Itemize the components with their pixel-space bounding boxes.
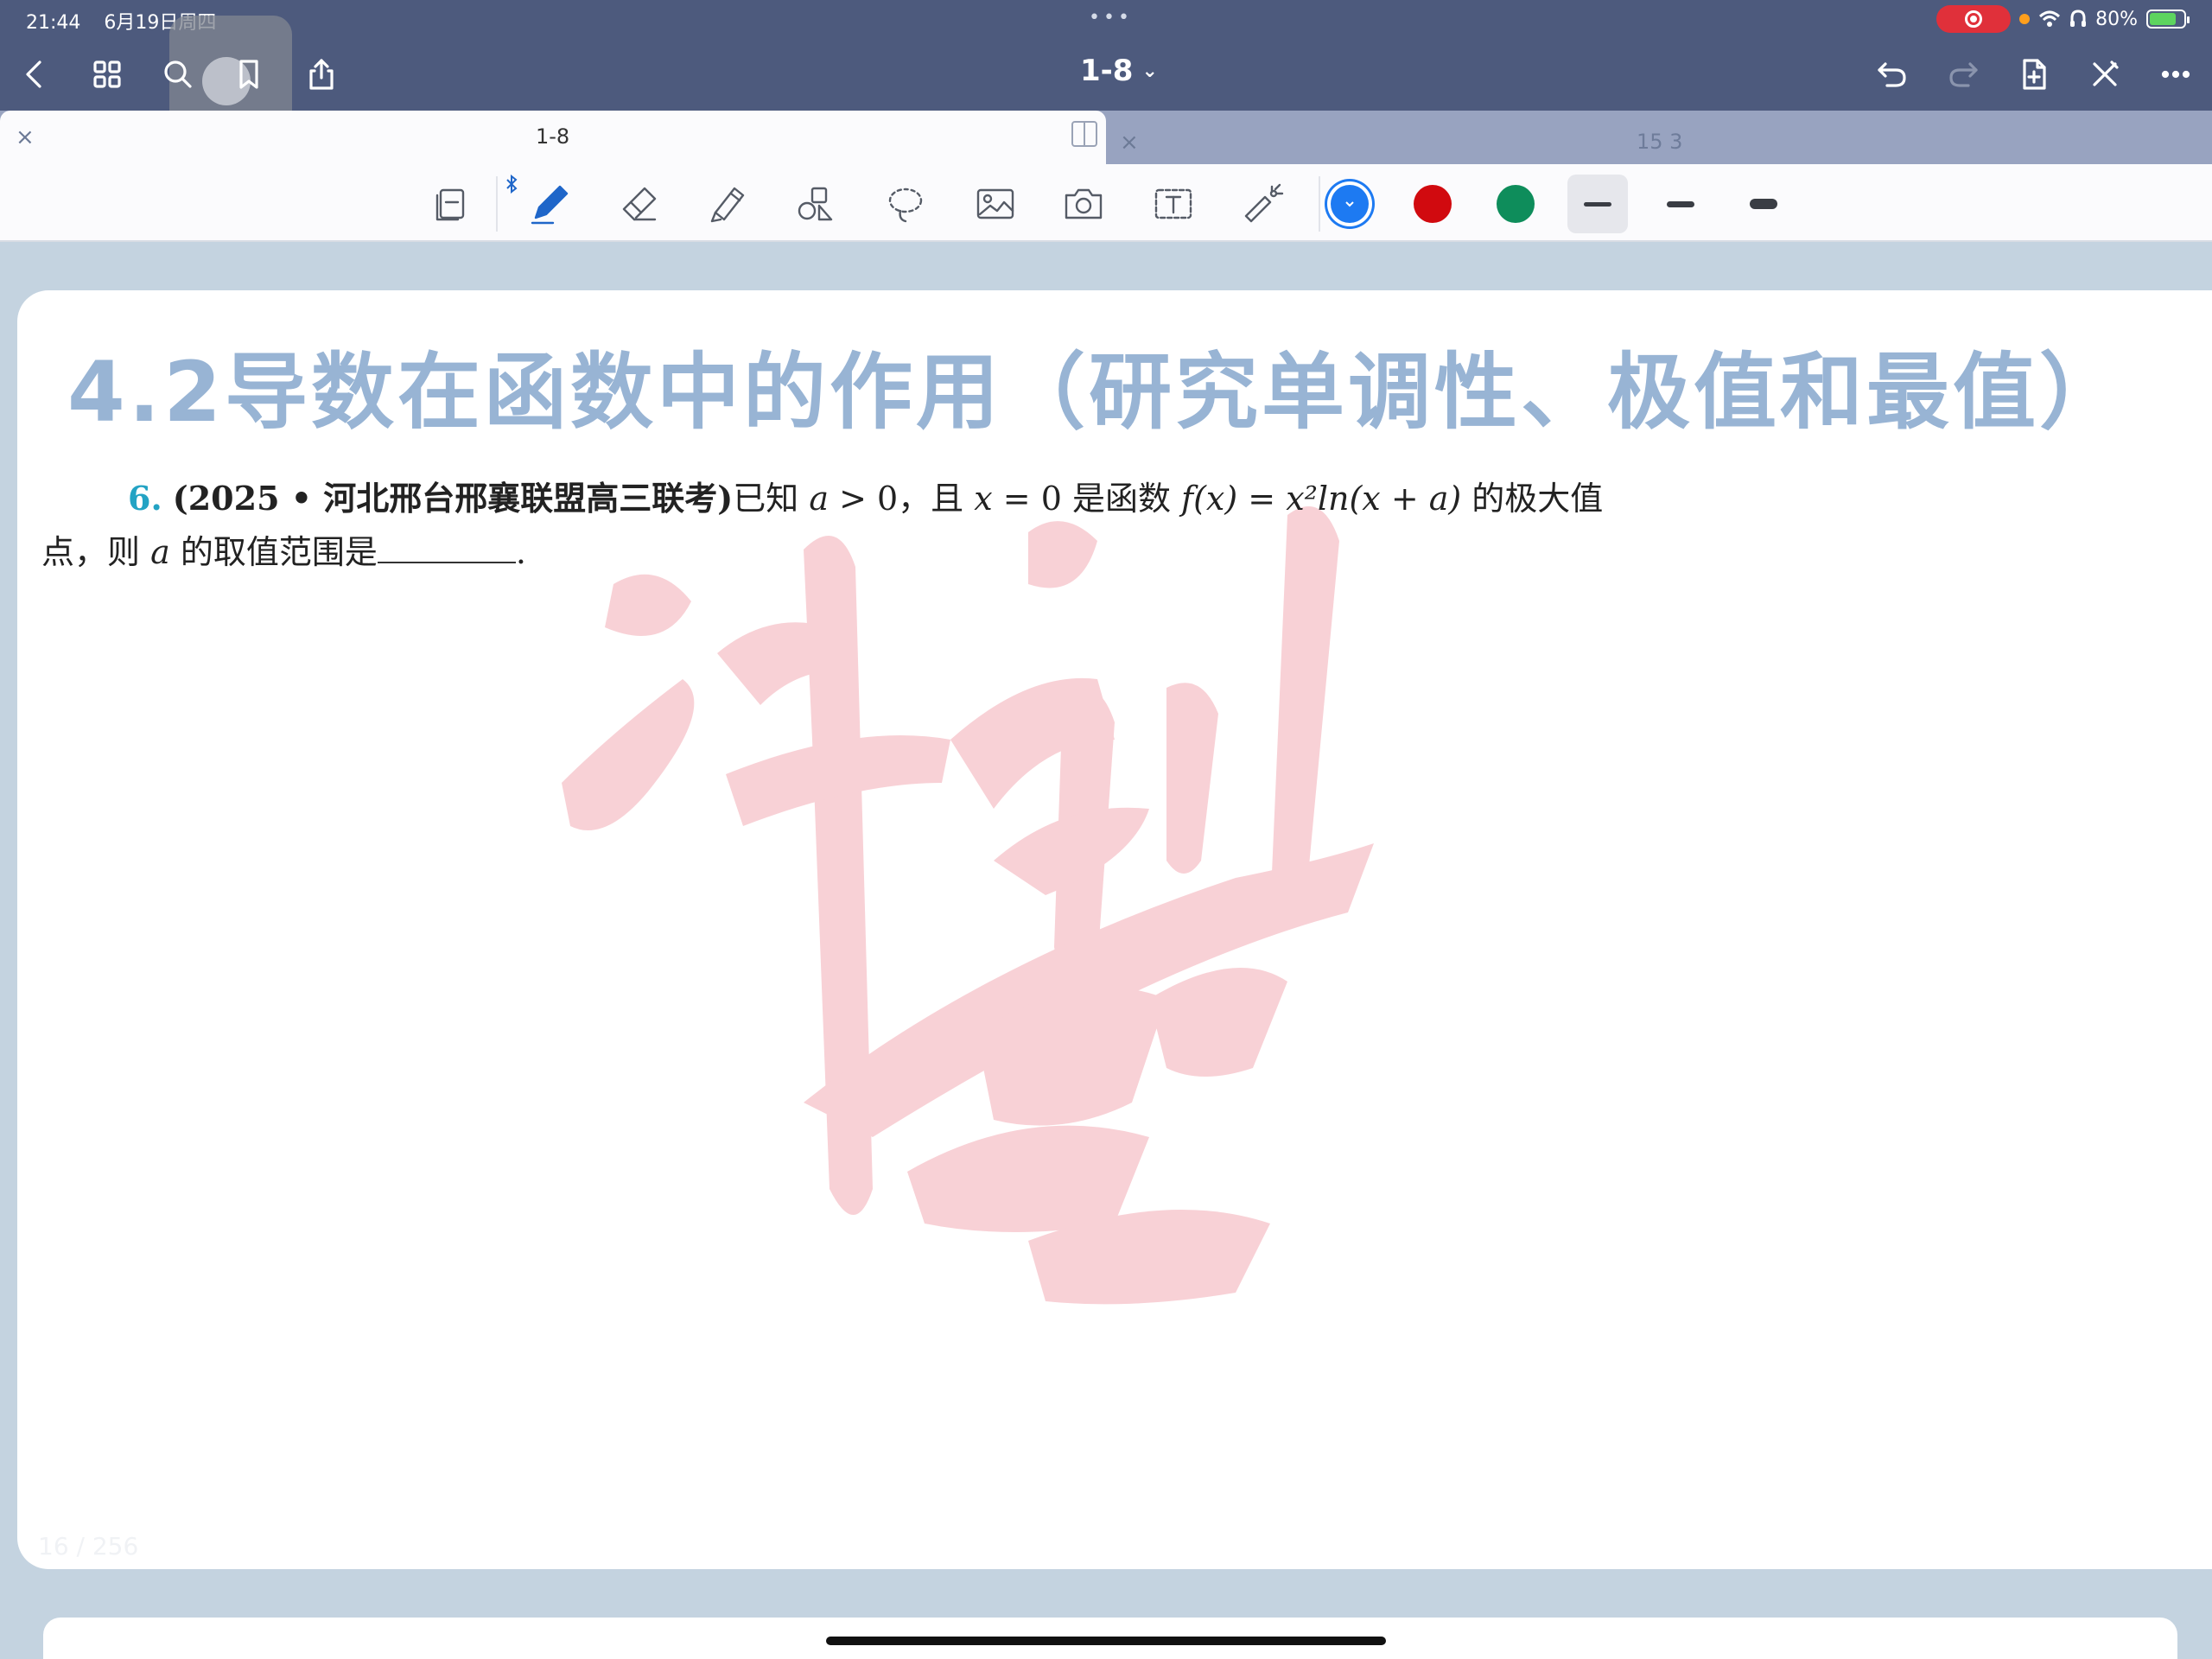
split-view-icon[interactable] [1071, 121, 1097, 147]
stroke-thin-icon [1584, 201, 1611, 207]
question-line-1: 6. (2025 • 河北邢台邢襄联盟高三联考)已知 a > 0，且 x = 0… [128, 472, 1770, 525]
stroke-medium-icon [1667, 200, 1694, 207]
stroke-thick-button[interactable] [1733, 175, 1794, 233]
page-view-icon [435, 188, 465, 221]
eraser-tool[interactable] [612, 176, 667, 232]
laser-pointer-icon [1244, 183, 1284, 223]
image-tool[interactable] [968, 176, 1023, 232]
tab-label: 1-8 [536, 124, 570, 149]
question-number: 6. [128, 479, 162, 518]
home-indicator[interactable] [826, 1637, 1386, 1645]
search-icon [164, 60, 192, 88]
chevron-down-icon [1345, 201, 1354, 207]
back-icon [26, 60, 41, 88]
text-box-tool[interactable] [1146, 176, 1201, 232]
thumbnails-button[interactable] [83, 50, 131, 99]
add-page-icon [2023, 59, 2046, 90]
camera-icon [1065, 188, 1103, 219]
more-icon [2161, 70, 2190, 79]
toolbar-divider [1319, 176, 1320, 232]
tab-close-icon[interactable]: × [1120, 130, 1139, 156]
laser-pointer-tool[interactable] [1234, 176, 1289, 232]
question-text: > 0，且 [829, 480, 975, 518]
page-title: 4.2导数在函数中的作用（研究单调性、极值和最值） [67, 344, 2126, 441]
battery-percent: 80% [2095, 8, 2138, 30]
bookmark-button[interactable] [225, 50, 273, 99]
document-title: 1-8 [1080, 54, 1134, 88]
text-box-icon [1154, 188, 1192, 219]
multitask-dots-icon[interactable]: ••• [1089, 7, 1133, 29]
back-button[interactable] [10, 50, 59, 99]
screen-record-icon[interactable] [1936, 5, 2012, 33]
tab-close-icon[interactable]: × [16, 124, 35, 150]
battery-icon [2146, 10, 2190, 29]
drawing-toolbar [0, 164, 2212, 242]
answer-blank[interactable] [377, 537, 516, 563]
highlighter-tool[interactable] [700, 176, 755, 232]
page-view-button[interactable] [425, 176, 480, 232]
pen-tool[interactable] [522, 176, 577, 232]
camera-tool[interactable] [1056, 176, 1111, 232]
question-text: . [515, 533, 526, 571]
undo-button[interactable] [1868, 50, 1916, 99]
stroke-thin-button[interactable] [1567, 175, 1628, 233]
color-blue-button[interactable] [1331, 185, 1369, 223]
tab-bar: × 1-8 × 15 3 [0, 111, 2212, 164]
stroke-thick-icon [1750, 199, 1777, 209]
lasso-tool[interactable] [878, 176, 933, 232]
bluetooth-icon [505, 174, 518, 194]
document-page[interactable]: 4.2导数在函数中的作用（研究单调性、极值和最值） 6. (2025 • 河北邢… [17, 290, 2212, 1569]
lasso-icon [888, 188, 923, 223]
more-button[interactable] [2152, 50, 2200, 99]
question-text: 已知 [733, 480, 810, 518]
status-clock: 21:44 [26, 12, 81, 34]
add-page-button[interactable] [2010, 50, 2058, 99]
shapes-icon [798, 187, 833, 221]
page-counter: 16 / 256 [38, 1532, 139, 1560]
close-pen-button[interactable] [2081, 50, 2129, 99]
redo-icon [1949, 62, 1978, 87]
chevron-down-icon: ⌄ [1141, 60, 1158, 82]
redo-button[interactable] [1939, 50, 1987, 99]
color-red-button[interactable] [1414, 185, 1452, 223]
grid-icon [93, 60, 121, 88]
tab-1-8[interactable]: × 1-8 [0, 111, 1106, 164]
eraser-icon [622, 187, 657, 221]
question-6: 6. (2025 • 河北邢台邢襄联盟高三联考)已知 a > 0，且 x = 0… [41, 472, 1770, 579]
mic-indicator-icon [2019, 14, 2031, 24]
color-green-button[interactable] [1497, 185, 1535, 223]
highlighter-icon [710, 187, 745, 223]
question-line-2: 点，则 a 的取值范围是. [41, 525, 1770, 579]
bookmark-icon [239, 60, 258, 89]
close-pen-icon [2093, 60, 2119, 86]
share-icon [309, 59, 334, 90]
math-var-a: a [150, 533, 170, 571]
shapes-tool[interactable] [788, 176, 843, 232]
headphones-icon [2070, 10, 2087, 27]
top-nav-bar: 21:44 6月19日周四 ••• 80% 1-8 ⌄ [0, 0, 2212, 138]
stroke-medium-button[interactable] [1650, 175, 1711, 233]
toolbar-divider [496, 176, 498, 232]
image-icon [976, 188, 1014, 219]
document-title-button[interactable]: 1-8 ⌄ [1080, 54, 1158, 88]
tab-15-3[interactable]: × 15 3 [1108, 116, 2212, 164]
share-button[interactable] [297, 50, 346, 99]
status-right: 80% [1936, 5, 2190, 33]
math-var-a: a [809, 480, 829, 518]
question-source: (2025 • 河北邢台邢襄联盟高三联考) [172, 479, 734, 518]
question-text: 点，则 [41, 533, 151, 571]
tab-label: 15 3 [1637, 130, 1683, 154]
wifi-icon [2039, 10, 2061, 27]
pen-icon [531, 185, 569, 225]
question-text: 的取值范围是 [169, 533, 378, 571]
math-function: f(x) = x²ln(x + a) [1181, 480, 1462, 518]
question-text: = 0 是函数 [992, 480, 1182, 518]
search-button[interactable] [154, 50, 202, 99]
watermark-logo [562, 506, 1374, 1305]
undo-icon [1878, 62, 1906, 87]
math-var-x: x [974, 480, 993, 518]
question-text: 的极大值 [1461, 480, 1604, 518]
